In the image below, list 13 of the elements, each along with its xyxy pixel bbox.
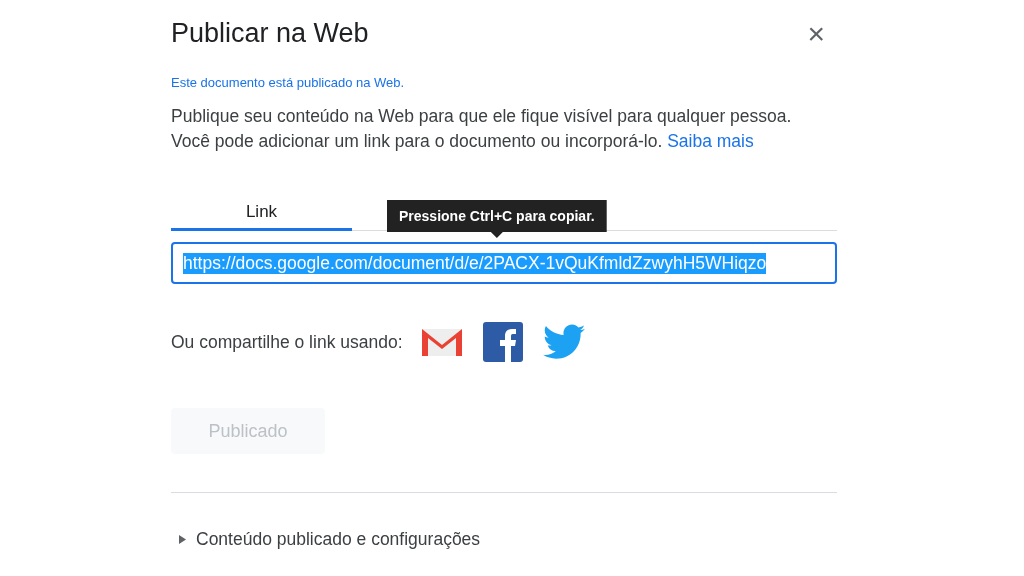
dialog-title: Publicar na Web bbox=[171, 18, 369, 49]
description: Publique seu conteúdo na Web para que ele fique visível para qualquer pessoa. Você pode adicionar um link para o documento ou incorporá-lo. Saiba mais bbox=[171, 105, 793, 153]
tab[interactable]: Link bbox=[171, 196, 352, 231]
facebook-icon[interactable] bbox=[482, 322, 523, 362]
bird-icon[interactable] bbox=[542, 324, 585, 360]
gmail-icon[interactable] bbox=[420, 327, 463, 357]
share-label: Ou compartilhe o link usando: bbox=[171, 331, 403, 353]
settings-expander[interactable]: Conteúdo publicado e configurações bbox=[171, 529, 481, 550]
tooltip: Pressione Ctrl+C para copiar. bbox=[387, 200, 607, 238]
publish-status: Este documento está publicado na Web. bbox=[171, 75, 406, 90]
caret-icon bbox=[179, 535, 186, 544]
learn-more-link[interactable]: Saiba mais bbox=[667, 131, 754, 151]
close-button[interactable]: × bbox=[807, 18, 837, 49]
